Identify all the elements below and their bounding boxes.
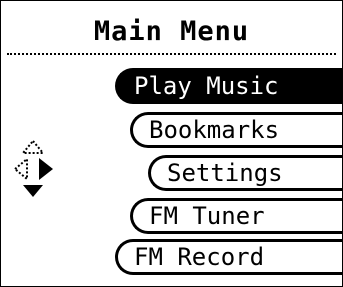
menu-item-bookmarks[interactable]: Bookmarks	[130, 112, 342, 148]
title-divider	[7, 53, 336, 55]
device-screen: Main Menu Play Music Bookmarks Settings …	[0, 0, 343, 287]
menu-item-settings[interactable]: Settings	[148, 155, 342, 191]
menu-item-play-music[interactable]: Play Music	[115, 68, 342, 104]
page-title: Main Menu	[93, 16, 250, 47]
menu-item-fm-tuner[interactable]: FM Tuner	[130, 198, 342, 234]
menu-item-fm-record[interactable]: FM Record	[115, 239, 342, 275]
dpad-arrows-icon	[13, 139, 63, 199]
